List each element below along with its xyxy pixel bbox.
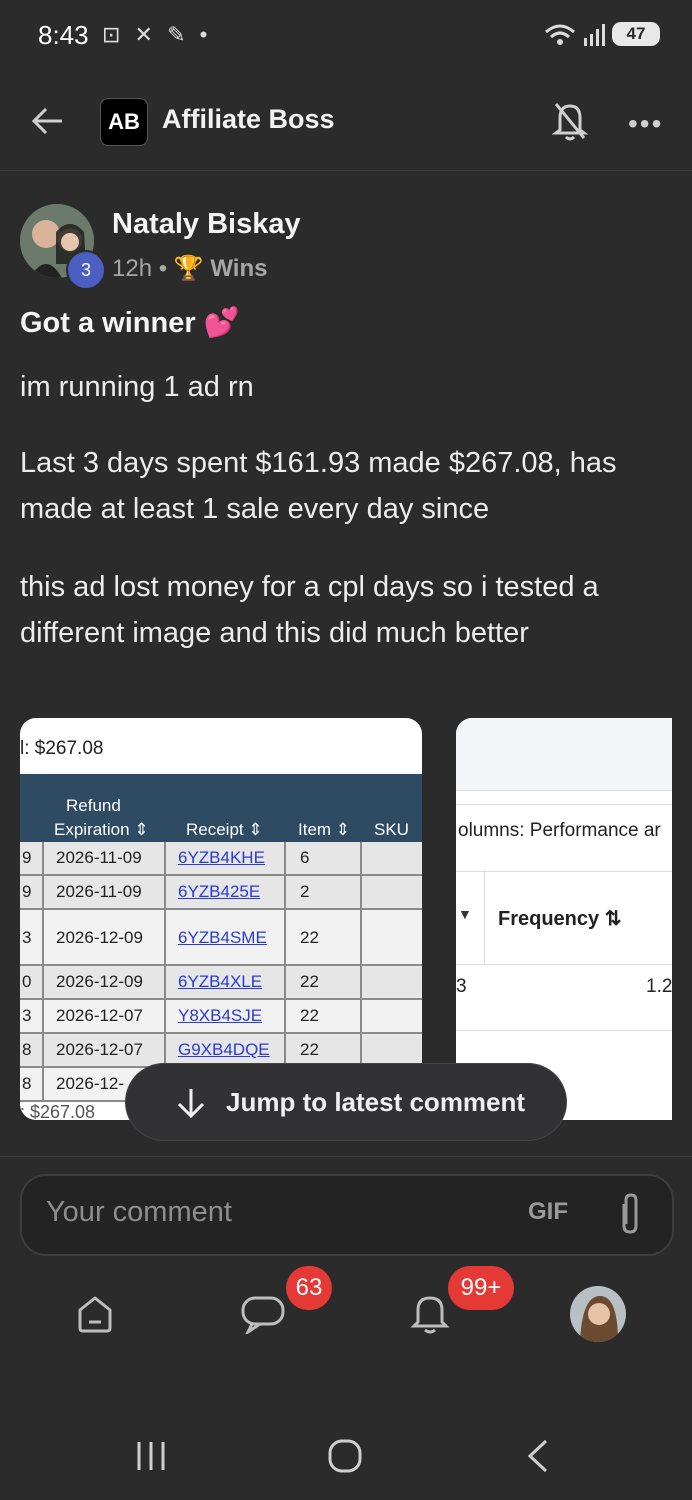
value-left: 3: [456, 976, 467, 997]
arrow-down-icon: [177, 1089, 205, 1119]
back-arrow-icon[interactable]: [30, 106, 64, 136]
battery-indicator: 47: [612, 22, 660, 46]
dropdown-caret-icon: ▼: [458, 906, 472, 922]
col-expiration: Expiration ⇕: [54, 820, 149, 839]
home-tab-icon[interactable]: [74, 1294, 116, 1334]
chat-tab-icon[interactable]: [240, 1294, 286, 1334]
comment-placeholder: Your comment: [46, 1196, 232, 1228]
post-paragraph: this ad lost money for a cpl days so i t…: [20, 571, 599, 649]
attachment-clip-icon[interactable]: [616, 1192, 644, 1236]
post-paragraph: im running 1 ad rn: [20, 371, 254, 403]
frequency-value: 1.2: [646, 976, 672, 997]
jump-to-latest-label: Jump to latest comment: [226, 1087, 526, 1117]
app-title: Affiliate Boss: [162, 104, 335, 134]
app-logo: AB: [100, 98, 148, 146]
divider: [0, 1156, 692, 1157]
frequency-header: Frequency ⇅: [498, 908, 622, 930]
more-options-icon[interactable]: •••: [628, 108, 663, 140]
col-item: Item ⇕: [298, 820, 351, 839]
post-time: 12h: [112, 255, 153, 282]
wifi-signal-icon: [545, 24, 605, 46]
attachment-image-ads[interactable]: olumns: Performance ar ▼ Frequency ⇅ 3 1…: [456, 718, 672, 1120]
post-paragraph: Last 3 days spent $161.93 made $267.08, …: [20, 447, 617, 525]
col-receipt: Receipt ⇕: [186, 820, 263, 839]
level-badge: 3: [66, 250, 106, 290]
sheet-total: l: $267.08: [20, 738, 104, 759]
post-meta: 12h • 🏆 Wins: [112, 254, 267, 283]
status-bar: 8:43 ⊡ ✕ ✎ • 47: [0, 0, 692, 72]
author-name[interactable]: Nataly Biskay: [112, 208, 301, 241]
gif-button[interactable]: GIF: [528, 1198, 568, 1226]
post-category[interactable]: Wins: [210, 255, 267, 282]
post-title: Got a winner 💕: [20, 307, 240, 339]
recents-icon[interactable]: [134, 1440, 168, 1472]
bell-muted-icon[interactable]: [552, 100, 588, 142]
trophy-icon: 🏆: [173, 255, 204, 282]
profile-avatar[interactable]: [570, 1286, 626, 1342]
meta-separator: •: [158, 255, 168, 282]
chat-badge: 63: [286, 1266, 332, 1310]
col-refund: Refund: [66, 796, 121, 815]
columns-label: olumns: Performance ar: [458, 820, 661, 841]
notification-icons: ⊡ ✕ ✎ •: [102, 22, 212, 47]
attachment-image-orders[interactable]: l: $267.08 Refund Expiration ⇕ Receipt ⇕…: [20, 718, 422, 1120]
notifications-badge: 99+: [448, 1266, 514, 1310]
back-nav-icon[interactable]: [524, 1438, 550, 1474]
status-time: 8:43: [38, 20, 89, 50]
notifications-tab-icon[interactable]: [410, 1292, 450, 1336]
sheet-footer-total: : $267.08: [20, 1102, 96, 1120]
col-sku: SKU: [374, 820, 409, 839]
home-nav-icon[interactable]: [326, 1438, 364, 1474]
